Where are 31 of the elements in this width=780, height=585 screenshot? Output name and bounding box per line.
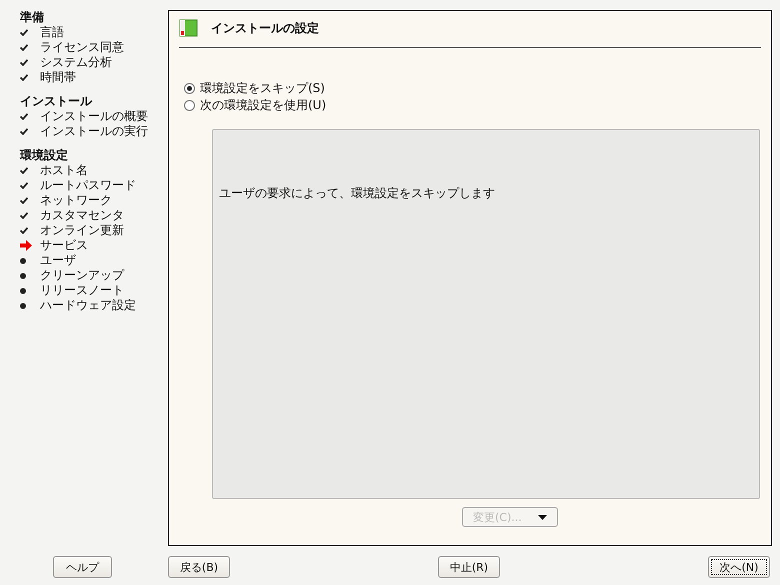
package-icon [179, 18, 199, 38]
step-label: ネットワーク [40, 193, 112, 208]
message-text: ユーザの要求によって、環境設定をスキップします [219, 186, 495, 200]
step-label: ホスト名 [40, 163, 88, 178]
step-label: ハードウェア設定 [40, 298, 136, 313]
dialog-button[interactable]: ヘルプ [53, 556, 112, 578]
section-heading: 準備 [20, 10, 45, 25]
step-label: インストールの概要 [40, 109, 148, 124]
step-label: 時間帯 [40, 70, 76, 85]
dialog-button[interactable]: 次へ(N) [708, 556, 770, 578]
dialog-button[interactable]: 戻る(B) [168, 556, 230, 578]
step-label: ルートパスワード [40, 178, 136, 193]
step-label: ユーザ [40, 253, 76, 268]
caret-icon [538, 514, 547, 520]
section-heading: インストール [20, 94, 94, 109]
step-label: クリーンアップ [40, 268, 124, 283]
step-label: インストールの実行 [40, 124, 148, 139]
step-label: システム分析 [40, 55, 112, 70]
panel-title: インストールの設定 [211, 20, 319, 36]
option-label: 次の環境設定を使用(U) [200, 97, 326, 114]
step-label: ライセンス同意 [40, 40, 124, 55]
step-label: カスタマセンタ [40, 208, 124, 223]
dialog-button[interactable]: 中止(R) [438, 556, 500, 578]
option-label: 環境設定をスキップ(S) [200, 80, 325, 97]
radio-button[interactable] [184, 83, 195, 94]
step-label: 言語 [40, 25, 64, 40]
step-label: リリースノート [40, 283, 124, 298]
section-heading: 環境設定 [20, 148, 69, 163]
step-label: オンライン更新 [40, 223, 124, 238]
radio-button[interactable] [184, 100, 195, 111]
step-label: サービス [40, 238, 88, 253]
